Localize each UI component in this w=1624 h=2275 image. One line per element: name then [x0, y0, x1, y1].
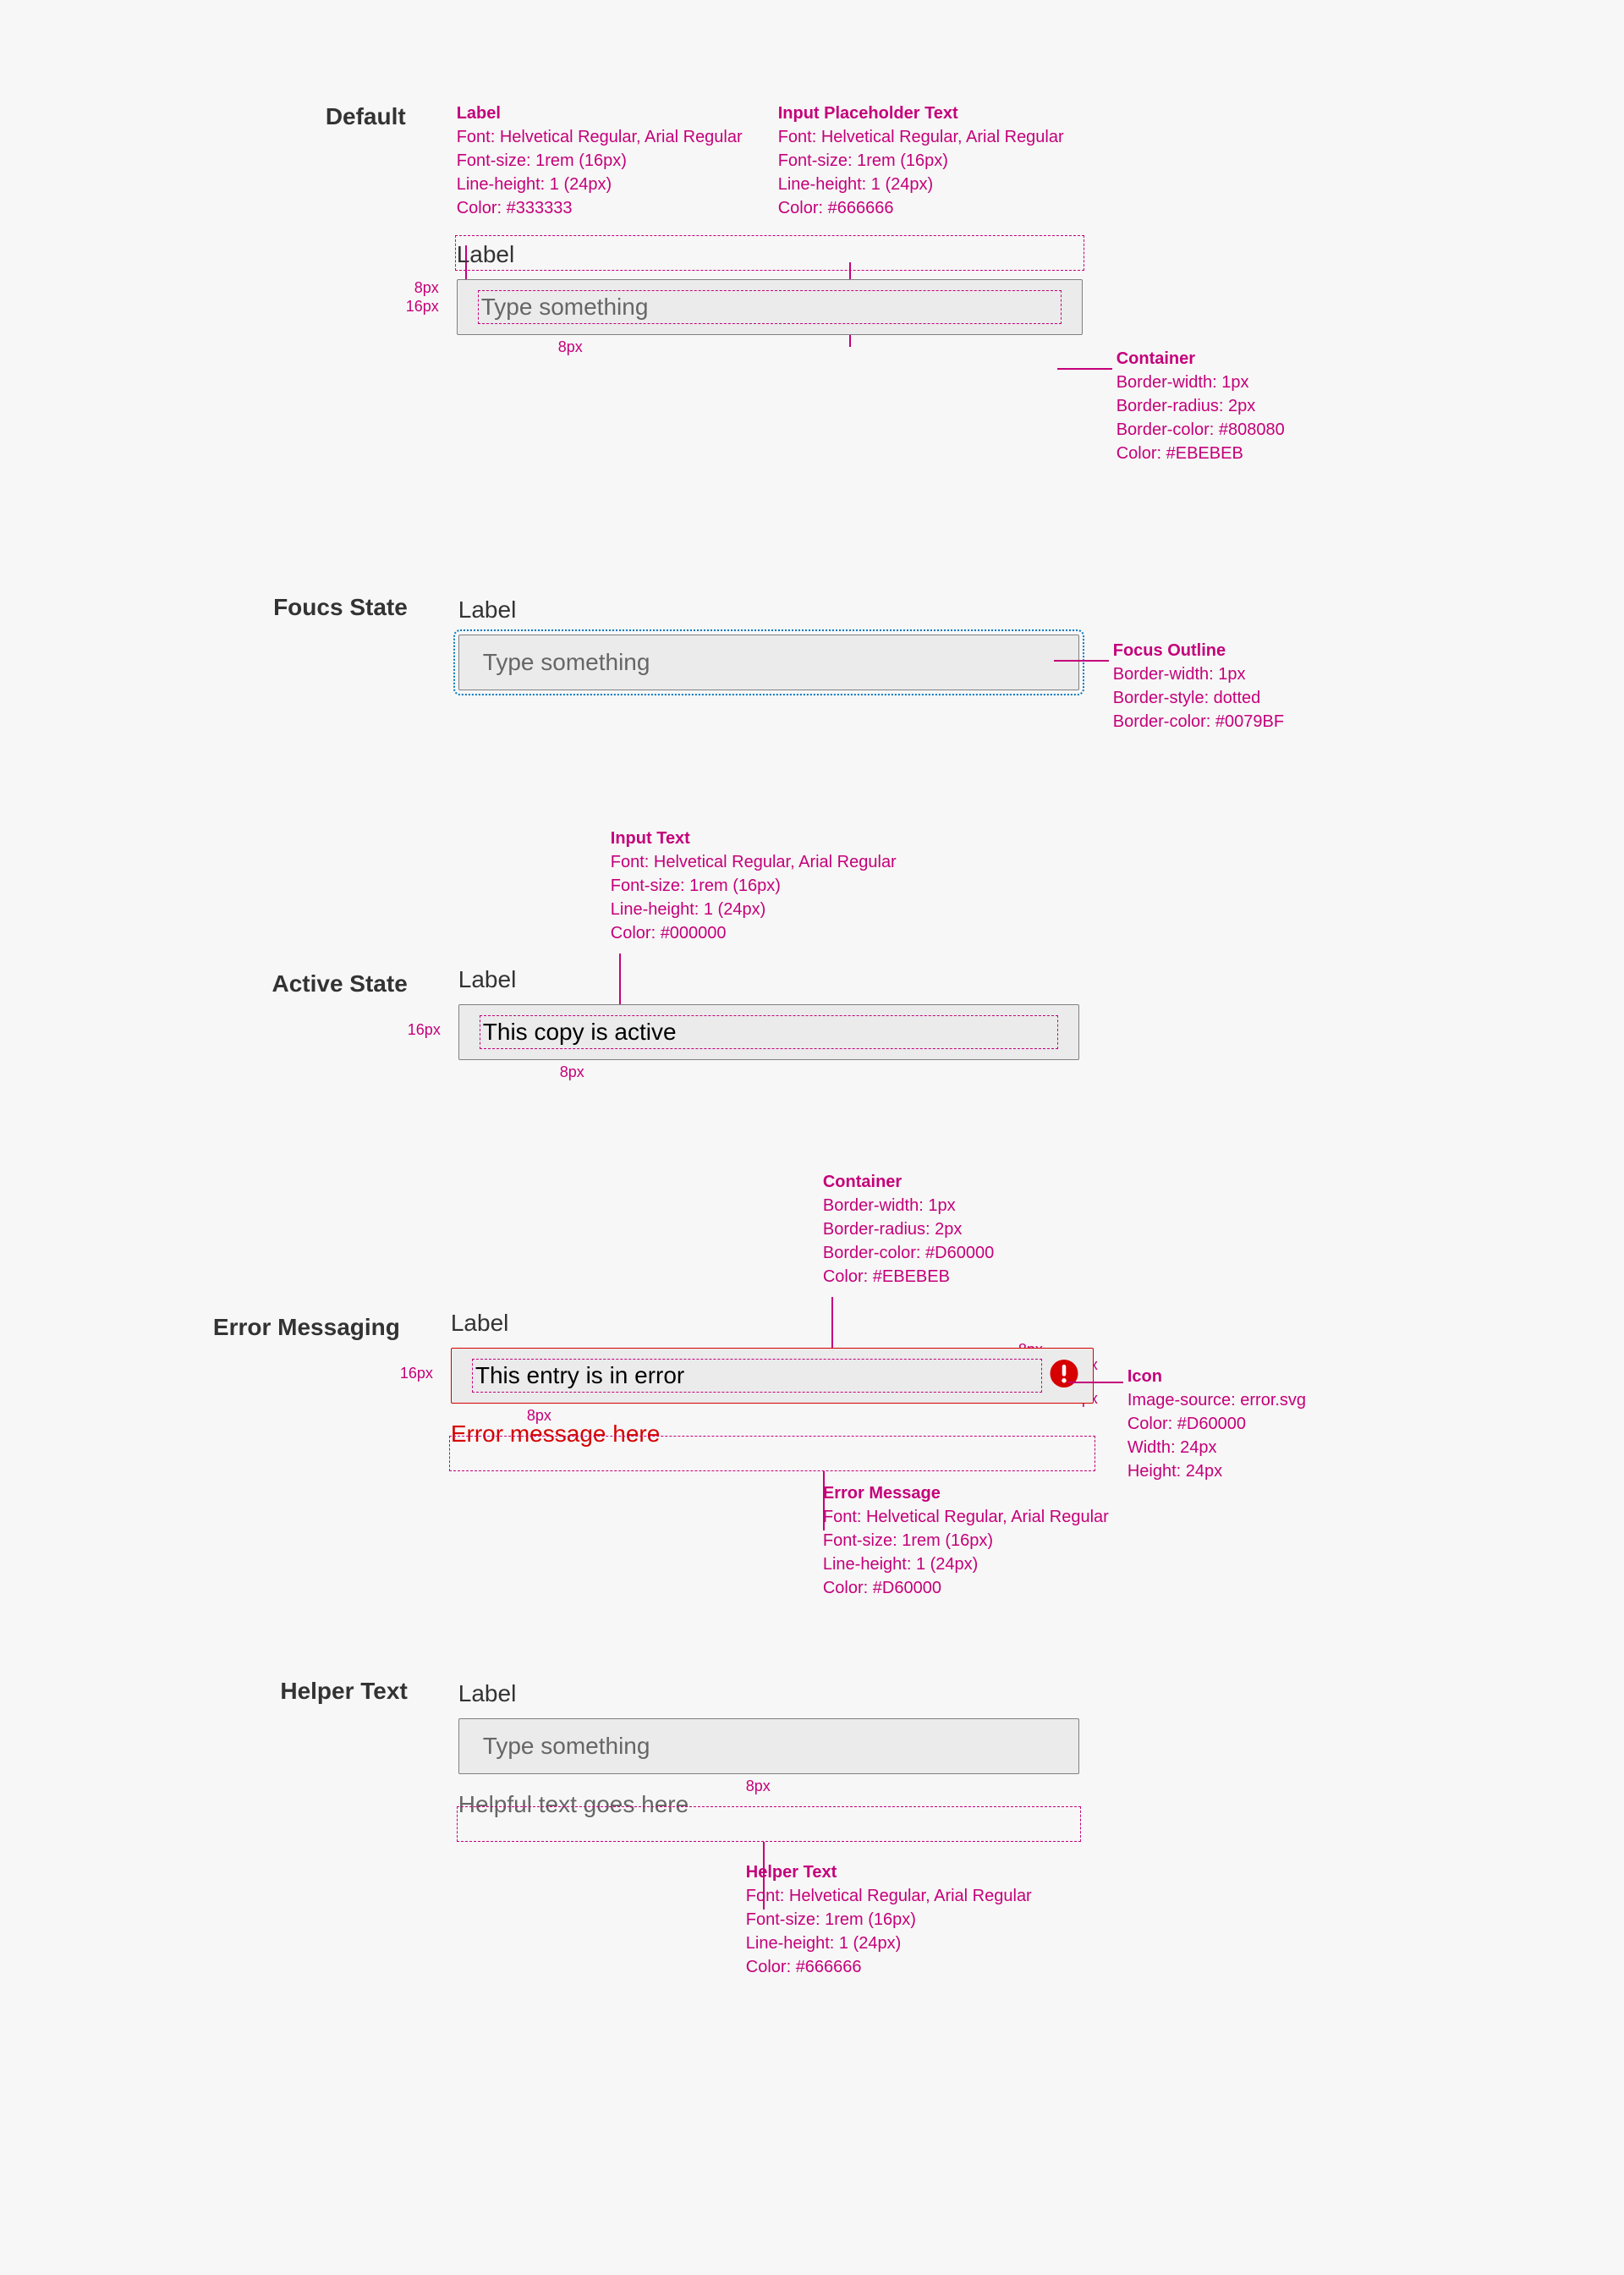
- field-label: Label: [458, 1676, 1079, 1712]
- callout-error-message: Error Message Font: Helvetical Regular, …: [823, 1481, 1127, 1600]
- state-title-focus: Foucs State: [211, 592, 458, 621]
- field-label: Label: [458, 962, 1079, 997]
- input-placeholder: Type something: [483, 1733, 650, 1759]
- input-value: This copy is active: [483, 1019, 677, 1045]
- spec-canvas: Default Label Font: Helvetical Regular, …: [0, 0, 1624, 2275]
- field-label: Label: [458, 592, 1079, 628]
- redline-8px: 8px: [560, 1063, 584, 1081]
- redline-8px: 8px: [414, 279, 439, 297]
- row-focus: Foucs State Label Type something Focus O…: [211, 592, 1489, 734]
- callout-error-container: Container Border-width: 1px Border-radiu…: [823, 1170, 1094, 1289]
- error-icon: [1049, 1359, 1079, 1393]
- callout-helper-text: Helper Text Font: Helvetical Regular, Ar…: [746, 1860, 1051, 1979]
- callout-focus-outline: Focus Outline Border-width: 1px Border-s…: [1113, 639, 1489, 734]
- redline-16px: 16px: [400, 1365, 433, 1382]
- row-helper: Helper Text Label Type something 8px Hel…: [211, 1676, 1489, 1979]
- redline-16px: 16px: [406, 298, 439, 316]
- error-message: Error message here: [451, 1421, 1094, 1448]
- callout-placeholder: Input Placeholder Text Font: Helvetical …: [778, 102, 1083, 220]
- state-title-active: Active State: [211, 827, 458, 997]
- input-container-helper[interactable]: Type something: [458, 1718, 1079, 1774]
- state-title-helper: Helper Text: [211, 1676, 458, 1705]
- input-placeholder: Type something: [481, 294, 649, 320]
- input-container-default[interactable]: Type something: [457, 279, 1083, 335]
- row-error: Error Messaging Container Border-width: …: [211, 1170, 1489, 1600]
- helper-text: Helpful text goes here: [458, 1791, 1079, 1818]
- row-default: Default Label Font: Helvetical Regular, …: [211, 102, 1489, 465]
- redline-8px: 8px: [558, 338, 583, 356]
- input-container-active[interactable]: This copy is active: [458, 1004, 1079, 1060]
- state-title-default: Default: [211, 102, 457, 130]
- callout-input-text: Input Text Font: Helvetical Regular, Ari…: [611, 827, 915, 945]
- state-title-error: Error Messaging: [211, 1170, 451, 1341]
- callout-error-icon: Icon Image-source: error.svg Color: #D60…: [1127, 1365, 1489, 1483]
- input-placeholder: Type something: [483, 649, 650, 675]
- field-label: Label: [451, 1305, 1094, 1341]
- callout-container: Container Border-width: 1px Border-radiu…: [1116, 347, 1489, 465]
- input-container-focus[interactable]: Type something: [458, 635, 1079, 690]
- input-container-error[interactable]: This entry is in error: [451, 1348, 1094, 1404]
- field-label: Label: [457, 237, 1083, 272]
- input-value: This entry is in error: [475, 1362, 684, 1388]
- row-active: Active State Input Text Font: Helvetical…: [211, 827, 1489, 1060]
- redline-16px: 16px: [408, 1021, 441, 1039]
- callout-label: Label Font: Helvetical Regular, Arial Re…: [457, 102, 744, 220]
